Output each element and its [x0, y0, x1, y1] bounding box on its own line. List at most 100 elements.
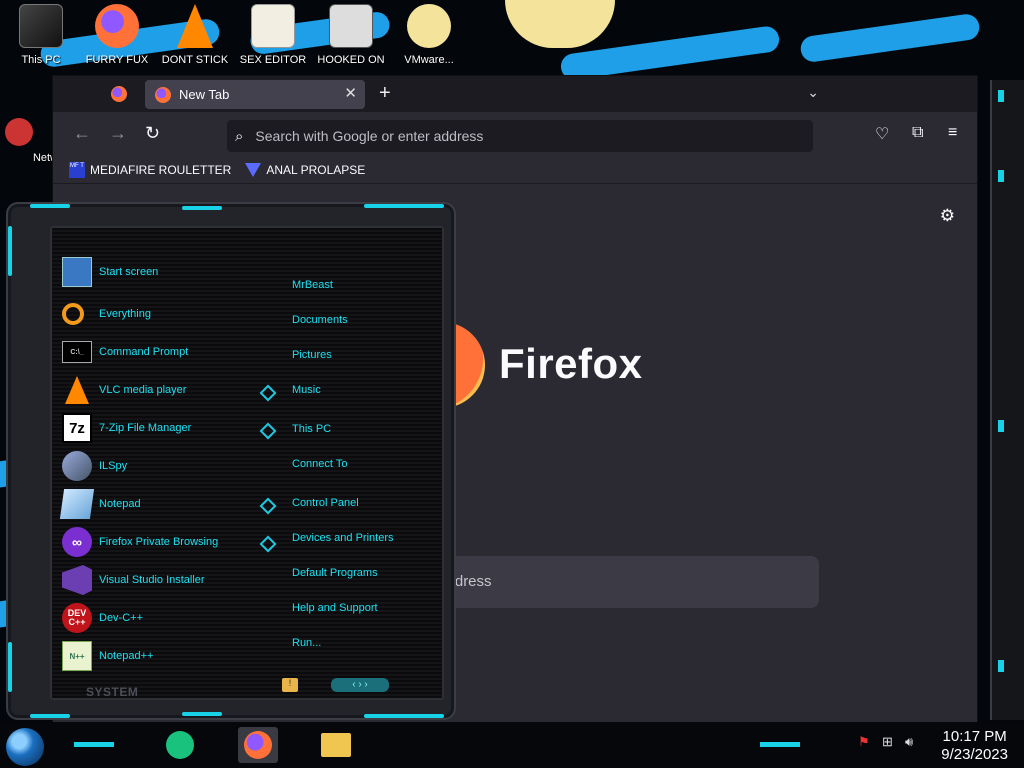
new-tab-button[interactable]: +	[379, 82, 391, 105]
notepad-icon	[59, 489, 95, 519]
menu-place-music[interactable]: Music	[292, 384, 321, 396]
taskbar-app-firefox[interactable]	[238, 727, 278, 763]
bookmark-mediafire[interactable]: MF T MEDIAFIRE ROULETTER	[69, 161, 231, 178]
pocket-icon[interactable]: ♡	[875, 124, 889, 144]
accent-light	[182, 712, 222, 716]
menu-item-label: Firefox Private Browsing	[99, 536, 219, 548]
chevron-down-icon[interactable]: ⌄	[807, 84, 819, 101]
menu-place-documents[interactable]: Documents	[292, 314, 348, 326]
address-bar[interactable]: ⌕ Search with Google or enter address	[227, 120, 813, 152]
shutdown-button[interactable]: !	[282, 678, 298, 692]
bookmark-label: ANAL PROLAPSE	[266, 162, 366, 177]
desktop-icon-hooked-on[interactable]: HOOKED ON	[312, 4, 390, 66]
reload-icon[interactable]: ↻	[145, 124, 160, 142]
menu-item-ilspy[interactable]: ILSpy	[62, 450, 302, 482]
visual-studio-installer-icon	[62, 565, 92, 595]
desktop-icon-label: DONT STICK	[161, 54, 229, 66]
action-center-flag-icon[interactable]: ⚑	[858, 734, 870, 750]
bookmark-anal-prolapse[interactable]: ANAL PROLAPSE	[245, 162, 366, 177]
desktop-icon-network[interactable]: Netw	[0, 118, 58, 164]
menu-place-default-programs[interactable]: Default Programs	[292, 567, 378, 579]
ilspy-icon	[62, 451, 92, 481]
desktop-icon-label: VMware...	[404, 54, 454, 66]
triangle-icon	[245, 162, 262, 177]
menu-place-run[interactable]: Run...	[292, 637, 321, 649]
volume-icon[interactable]: 🔊︎	[905, 734, 913, 750]
seven-zip-icon: 7z	[62, 413, 92, 443]
firefox-wordmark: Firefox	[499, 340, 643, 387]
menu-item-start-screen[interactable]: Start screen	[62, 256, 302, 288]
menu-item-label: ILSpy	[99, 460, 128, 472]
start-menu-panel: Start screen Everything C:\_ Command Pro…	[50, 226, 444, 700]
menu-item-label: VLC media player	[99, 384, 187, 396]
desktop-icon-label: HOOKED ON	[317, 54, 385, 66]
menu-item-devcpp[interactable]: DEV C++ Dev-C++	[62, 602, 302, 634]
menu-place-this-pc[interactable]: This PC	[292, 423, 331, 435]
firefox-icon	[244, 731, 272, 759]
menu-item-label: Everything	[99, 308, 151, 320]
menu-place-connect-to[interactable]: Connect To	[292, 458, 347, 470]
accent-light	[30, 204, 70, 208]
character-sticker-icon	[407, 4, 451, 48]
settings-gear-icon[interactable]: ⚙	[940, 206, 955, 226]
desktop-icon-sex-editor[interactable]: SEX EDITOR	[234, 4, 312, 66]
network-icon	[5, 118, 33, 146]
vlc-cone-icon	[177, 4, 213, 48]
menu-place-control-panel[interactable]: Control Panel	[292, 497, 359, 509]
newtab-search-box[interactable]: r address	[429, 556, 819, 608]
forward-icon[interactable]: →	[109, 124, 127, 142]
accent-light	[998, 420, 1004, 432]
hxd-editor-icon	[251, 4, 295, 48]
desktop-icon-vmware[interactable]: VMware...	[390, 4, 468, 66]
tab-bar: New Tab ✕ + ⌄	[53, 76, 977, 112]
firefox-icon	[95, 4, 139, 48]
desktop-icon-furry-fux[interactable]: FURRY FUX	[78, 4, 156, 66]
vlc-cone-icon	[65, 376, 89, 404]
menu-item-label: Dev-C++	[99, 612, 144, 624]
accent-light	[8, 642, 12, 692]
firefox-icon	[155, 86, 171, 103]
back-icon[interactable]: ←	[73, 124, 91, 142]
notepadpp-icon: N++	[62, 641, 92, 671]
desktop-icon-this-pc[interactable]: This PC	[2, 4, 80, 66]
desktop-icon-label: FURRY FUX	[85, 54, 149, 66]
start-screen-icon	[62, 257, 92, 287]
clock-date: 9/23/2023	[941, 746, 1008, 763]
desktop-icon-label: Netw	[32, 152, 58, 164]
menu-place-help-support[interactable]: Help and Support	[292, 602, 378, 614]
bookmarks-toolbar: MF T MEDIAFIRE ROULETTER ANAL PROLAPSE	[53, 156, 977, 184]
accent-light	[364, 714, 444, 718]
arrows-icon: ‹ › ›	[352, 679, 368, 690]
menu-item-command-prompt[interactable]: C:\_ Command Prompt	[62, 336, 302, 368]
menu-item-everything[interactable]: Everything	[62, 298, 302, 330]
desktop-icon-dont-stick[interactable]: DONT STICK	[156, 4, 234, 66]
taskbar-app-notes[interactable]	[160, 727, 200, 763]
tab-title: New Tab	[179, 87, 230, 102]
clock[interactable]: 10:17 PM 9/23/2023	[941, 728, 1008, 764]
close-tab-icon[interactable]: ✕	[344, 84, 357, 102]
network-icon[interactable]: ⊞	[882, 734, 893, 750]
extensions-icon[interactable]: ⧉	[912, 124, 923, 142]
menu-item-label: 7-Zip File Manager	[99, 422, 192, 434]
clock-time: 10:17 PM	[942, 728, 1007, 745]
mediafire-icon: MF T	[69, 161, 85, 178]
accent-light	[998, 170, 1004, 182]
menu-place-devices-printers[interactable]: Devices and Printers	[292, 532, 394, 544]
shutdown-options-button[interactable]: ‹ › ›	[331, 678, 389, 692]
menu-icon[interactable]: ≡	[948, 124, 957, 142]
system-label: SYSTEM	[86, 685, 139, 699]
menu-item-notepadpp[interactable]: N++ Notepad++	[62, 640, 302, 672]
firefox-view-icon[interactable]	[111, 86, 127, 102]
menu-place-pictures[interactable]: Pictures	[292, 349, 332, 361]
menu-item-label: Visual Studio Installer	[99, 574, 205, 586]
taskbar-app-file-explorer[interactable]	[316, 727, 356, 763]
menu-place-mrbeast[interactable]: MrBeast	[292, 279, 333, 291]
wallpaper-wave	[799, 12, 981, 64]
menu-item-vs-installer[interactable]: Visual Studio Installer	[62, 564, 302, 596]
menu-item-label: Notepad++	[99, 650, 154, 662]
start-button[interactable]	[6, 728, 44, 766]
character-sticker-icon	[505, 0, 615, 48]
tab-new-tab[interactable]: New Tab ✕	[145, 80, 365, 109]
taskbar: ⚑ ⊞ 🔊︎ 10:17 PM 9/23/2023	[0, 722, 1024, 768]
search-icon: ⌕	[235, 127, 244, 145]
